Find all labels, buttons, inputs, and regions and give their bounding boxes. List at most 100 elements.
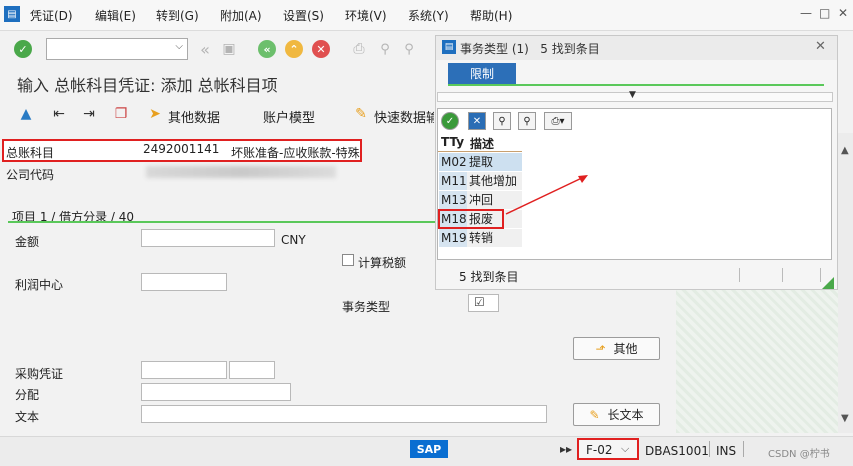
back-icon[interactable]: « [258,40,276,58]
company-code-blurred [146,166,336,178]
purchase-doc-input[interactable] [141,361,227,379]
other-button[interactable]: ⬏ 其他 [573,337,660,360]
cancel-icon[interactable]: ✕ [312,40,330,58]
command-field[interactable]: ⌵ [46,38,188,60]
collapse-icon[interactable]: ▼ [629,90,636,100]
popup-close-icon[interactable]: ✕ [815,39,826,54]
menu-edit[interactable]: 编辑(E) [95,7,136,24]
transaction-type-input[interactable]: ☑ [468,294,499,312]
find-icon[interactable]: ⚲ [376,40,394,58]
print-icon[interactable]: ⎙▾ [544,112,572,130]
vertical-scrollbar[interactable]: ▲ ▼ [838,133,853,433]
menu-goto[interactable]: 转到(G) [156,7,199,24]
sap-menu-icon[interactable]: ▤ [4,6,20,22]
annotation-arrow [505,175,588,215]
transaction-type-label: 事务类型 [342,300,391,314]
export-icon[interactable]: ⇥ [80,105,98,123]
scroll-down-icon[interactable]: ▼ [841,413,849,424]
menu-settings[interactable]: 设置(S) [283,7,324,24]
expand-status-icon[interactable]: ▸▸ [560,442,572,456]
fast-entry-button[interactable]: 快速数据输 [374,107,434,126]
other-data-icon[interactable]: ➤ [146,105,164,123]
insert-mode: INS [716,444,737,458]
minimize-icon[interactable]: — [800,6,812,20]
tab-underline [448,84,824,86]
watermark: CSDN @柠书 [768,449,830,460]
menu-bar: ▤ 凭证(D) 编辑(E) 转到(G) 附加(A) 设置(S) 环境(V) 系统… [0,0,853,31]
fast-entry-icon[interactable]: ✎ [352,105,370,123]
maximize-icon[interactable]: □ [819,6,830,20]
profit-center-label: 利润中心 [15,278,64,292]
calc-tax-checkbox[interactable] [342,254,354,266]
copy-icon[interactable]: ❐ [112,105,130,123]
purchase-doc-label: 采购凭证 [15,367,64,381]
popup-window-icon: ▤ [442,40,456,54]
status-divider [743,441,744,457]
find-next-icon[interactable]: ⚲ [400,40,418,58]
row-desc[interactable]: 提取 [467,153,522,171]
scroll-up-icon[interactable]: ▲ [841,145,849,156]
highlight-box [438,209,504,229]
currency-label: CNY [281,233,306,247]
status-divider [739,268,740,282]
cancel-icon[interactable]: ✕ [468,112,486,130]
back-arrows-icon[interactable]: « [195,40,215,59]
chevron-down-icon[interactable]: ⌵ [175,41,183,52]
save-icon[interactable]: ▣ [220,40,238,58]
menu-environment[interactable]: 环境(V) [345,7,387,24]
text-input[interactable] [141,405,547,423]
tab-restrictions[interactable]: 限制 [448,63,516,84]
amount-label: 金额 [15,235,40,249]
row-key[interactable]: M19 [439,229,467,247]
page-title: 输入 总帐科目凭证: 添加 总帐科目项 [17,76,278,95]
status-divider [820,268,821,282]
sap-logo: SAP [410,440,448,458]
close-icon[interactable]: ✕ [838,6,848,20]
popup-title: 事务类型 (1) 5 找到条目 [460,42,600,56]
long-text-button[interactable]: ✎ 长文本 [573,403,660,426]
amount-input[interactable] [141,229,275,247]
popup-status-bar: 5 找到条目 [437,264,832,286]
transaction-code-field[interactable]: F-02 ⌵ [577,438,639,460]
row-desc[interactable]: 转销 [467,229,522,247]
row-key[interactable]: M02 [439,153,467,171]
gl-account-description: 坏账准备-应收账款-特殊 [231,146,360,160]
find-next-icon[interactable]: ⚲ [518,112,536,130]
calc-tax-label: 计算税额 [358,256,407,270]
menu-document[interactable]: 凭证(D) [30,7,73,24]
company-code-label: 公司代码 [6,168,55,182]
gl-account-label: 总账科目 [6,146,55,160]
status-divider [709,441,710,457]
confirm-check-icon[interactable]: ✓ [441,112,459,130]
header-divider [438,151,522,152]
row-key[interactable]: M11 [439,172,467,190]
purchase-item-input[interactable] [229,361,275,379]
system-id: DBAS1001 [645,444,709,458]
other-data-button[interactable]: 其他数据 [168,107,220,126]
chart-icon[interactable]: ▲ [16,105,36,123]
popup-status-text: 5 找到条目 [459,270,519,284]
long-text-icon: ✎ [589,407,600,422]
find-icon[interactable]: ⚲ [493,112,511,130]
assignment-label: 分配 [15,388,40,402]
menu-help[interactable]: 帮助(H) [470,7,512,24]
assignment-input[interactable] [141,383,291,401]
status-divider [782,268,783,282]
enter-check-icon[interactable]: ✓ [14,40,32,58]
print-icon[interactable]: ⎙ [350,40,368,58]
menu-system[interactable]: 系统(Y) [408,7,449,24]
column-header-description: 描述 [470,137,495,151]
column-header-key: TTy [441,135,465,149]
restrictions-collapse-bar[interactable]: ▼ [437,90,833,102]
row-key[interactable]: M13 [439,191,467,209]
other-icon: ⬏ [595,341,606,356]
exit-icon[interactable]: ⌃ [285,40,303,58]
resize-grip-icon[interactable] [822,277,834,289]
import-icon[interactable]: ⇤ [50,105,68,123]
chevron-down-icon[interactable]: ⌵ [621,442,629,456]
account-model-button[interactable]: 账户模型 [263,107,315,126]
menu-extras[interactable]: 附加(A) [220,7,262,24]
text-label: 文本 [15,410,40,424]
gl-account-input[interactable]: 2492001141 [141,141,227,159]
profit-center-input[interactable] [141,273,227,291]
